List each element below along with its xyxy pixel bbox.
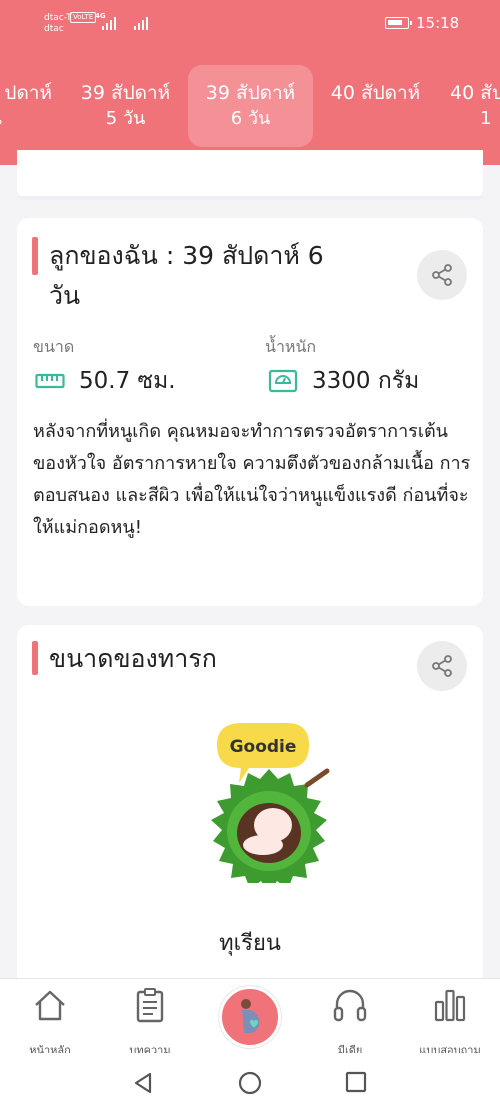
weight-stat: 3300 กรัม — [268, 363, 419, 399]
tab-week-39-5[interactable]: 39 สัปดาห์ 5 วัน — [63, 65, 188, 147]
recents-icon[interactable] — [345, 1071, 367, 1093]
signal-icon-2 — [134, 15, 148, 30]
share-icon — [432, 655, 452, 677]
nav-pregnancy-button[interactable] — [219, 986, 281, 1048]
tab-week-line1: 39 สัปดาห์ — [80, 82, 171, 104]
weight-value: 3300 กรัม — [312, 368, 420, 394]
size-card-title: ขนาดของทารก — [49, 644, 217, 673]
home-circle-icon[interactable] — [238, 1071, 262, 1095]
back-icon[interactable] — [132, 1071, 154, 1095]
tab-week-line1: ปดาห์ — [4, 82, 52, 104]
title-accent — [32, 237, 38, 275]
headphones-icon — [333, 989, 367, 1022]
title-accent — [32, 641, 38, 675]
share-button[interactable] — [417, 641, 467, 691]
baby-info-card: ลูกของฉัน : 39 สัปดาห์ 6 วัน ขนาด 50.7 ซ… — [17, 218, 483, 606]
durian-illustration: Goodie — [187, 713, 347, 893]
tab-week-line1: 40 สัป — [450, 82, 500, 104]
baby-description: หลังจากที่หนูเกิด คุณหมอจะทำการตรวจอัตรา… — [33, 421, 471, 538]
baby-card-title-line2: วัน — [49, 281, 81, 310]
baby-card-title: ลูกของฉัน : 39 สัปดาห์ 6 วัน — [49, 236, 324, 316]
scale-icon — [268, 369, 298, 393]
fruit-name: ทุเรียน — [219, 931, 281, 956]
volte-badge: VoLTE — [70, 12, 97, 23]
size-value: 50.7 ซม. — [79, 368, 176, 394]
week-tabs: ปดาห์ วัน 39 สัปดาห์ 5 วัน 39 สัปดาห์ 6 … — [0, 65, 500, 147]
tab-week-40-0[interactable]: 40 สัปดาห์ — [313, 65, 438, 147]
tab-week-line2: 1 — [480, 108, 492, 129]
nav-survey[interactable]: แบบสอบถาม — [400, 987, 500, 1059]
nav-home[interactable]: หน้าหลัก — [0, 987, 100, 1059]
bar-chart-icon — [434, 989, 466, 1022]
pregnancy-icon — [241, 999, 260, 1033]
tab-week-line2: 5 วัน — [105, 108, 146, 129]
durian-baby-icon: Goodie — [211, 723, 330, 893]
tab-week-line2: วัน — [0, 106, 62, 132]
size-label: ขนาด — [33, 337, 75, 356]
weight-label: น้ำหนัก — [265, 337, 317, 356]
carrier-info: dtac-T dtac — [44, 13, 72, 35]
baby-card-title-line1: ลูกของฉัน : 39 สัปดาห์ 6 — [49, 241, 324, 270]
size-stat: 50.7 ซม. — [35, 363, 176, 399]
previous-card — [17, 150, 483, 200]
signal-icon — [102, 15, 116, 30]
share-button[interactable] — [417, 250, 467, 300]
tab-week-40-1[interactable]: 40 สัป 1 — [438, 65, 500, 147]
carrier-line2: dtac — [44, 24, 64, 34]
nav-media[interactable]: มีเดีย — [300, 987, 400, 1059]
goodie-badge-text: Goodie — [230, 737, 297, 757]
tab-week-prev[interactable]: ปดาห์ วัน — [0, 65, 62, 147]
status-bar: dtac-T dtac VoLTE 4G 15:18 — [0, 0, 500, 48]
baby-size-card: ขนาดของทารก Goodie ทุเรียน — [17, 625, 483, 995]
tab-week-39-6[interactable]: 39 สัปดาห์ 6 วัน — [188, 65, 313, 147]
ruler-icon — [35, 373, 65, 389]
tab-week-line2: 6 วัน — [230, 108, 271, 129]
status-time: 15:18 — [416, 14, 460, 32]
tab-week-line1: 39 สัปดาห์ — [205, 82, 296, 104]
tab-week-line1: 40 สัปดาห์ — [330, 82, 421, 104]
home-icon — [35, 990, 65, 1021]
nav-articles[interactable]: บทความ — [100, 987, 200, 1059]
battery-icon — [385, 17, 412, 29]
carrier-line1: dtac-T — [44, 13, 72, 23]
system-navigation — [0, 1053, 500, 1111]
header: dtac-T dtac VoLTE 4G 15:18 ปดาห์ วัน 39 … — [0, 0, 500, 165]
clipboard-icon — [136, 988, 164, 1023]
share-icon — [432, 264, 452, 286]
